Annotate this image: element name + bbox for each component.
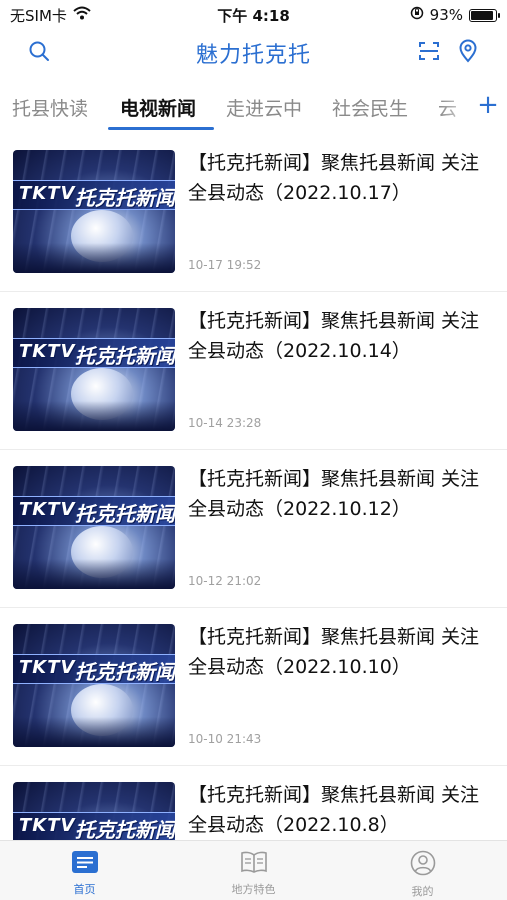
channel-tabs: 托县快读 电视新闻 走进云中 社会民生 云 + — [0, 86, 507, 132]
carrier-label: 无SIM卡 — [10, 6, 67, 25]
news-title: 【托克托新闻】聚焦托县新闻 关注全县动态（2022.10.14） — [188, 310, 480, 362]
location-button[interactable] — [453, 38, 483, 68]
thumbnail-caption: 托克托新闻 — [75, 186, 175, 210]
news-title: 【托克托新闻】聚焦托县新闻 关注全县动态（2022.10.17） — [188, 152, 480, 204]
home-grid-icon — [71, 850, 99, 878]
wifi-icon — [73, 6, 91, 24]
status-bar: 无SIM卡 下午 4:18 93% — [0, 0, 507, 30]
news-title: 【托克托新闻】聚焦托县新闻 关注全县动态（2022.10.12） — [188, 468, 480, 520]
scan-icon — [417, 39, 441, 67]
nav-home-label: 首页 — [73, 883, 96, 896]
news-item[interactable]: TKTV 托克托新闻 【托克托新闻】聚焦托县新闻 关注全县动态（2022.10.… — [0, 766, 507, 840]
thumbnail-badge: TKTV — [19, 499, 76, 520]
user-profile-icon — [409, 850, 437, 880]
tab-tv-news[interactable]: 电视新闻 — [120, 94, 196, 121]
orientation-lock-icon — [410, 6, 424, 24]
nav-local-features-label: 地方特色 — [231, 883, 276, 896]
active-tab-indicator — [108, 127, 214, 130]
nav-home[interactable]: 首页 — [0, 841, 169, 900]
thumbnail-caption: 托克托新闻 — [75, 344, 175, 368]
app-header: 魅力托克托 — [0, 30, 507, 76]
news-time: 10-12 21:02 — [188, 574, 262, 588]
news-thumbnail: TKTV 托克托新闻 — [13, 782, 175, 840]
thumbnail-badge: TKTV — [19, 657, 76, 678]
scan-button[interactable] — [414, 38, 444, 68]
bottom-nav: 首页 地方特色 我的 — [0, 840, 507, 900]
status-time: 下午 4:18 — [217, 6, 290, 25]
battery-percent: 93% — [429, 6, 463, 24]
news-item[interactable]: TKTV 托克托新闻 【托克托新闻】聚焦托县新闻 关注全县动态（2022.10.… — [0, 608, 507, 766]
news-time: 10-17 19:52 — [188, 258, 262, 272]
status-left: 无SIM卡 — [10, 5, 180, 26]
news-list: TKTV 托克托新闻 【托克托新闻】聚焦托县新闻 关注全县动态（2022.10.… — [0, 134, 507, 840]
thumbnail-caption: 托克托新闻 — [75, 818, 175, 840]
nav-mine[interactable]: 我的 — [338, 841, 507, 900]
news-thumbnail: TKTV 托克托新闻 — [13, 150, 175, 273]
news-thumbnail: TKTV 托克托新闻 — [13, 624, 175, 747]
news-title: 【托克托新闻】聚焦托县新闻 关注全县动态（2022.10.10） — [188, 626, 480, 678]
nav-mine-label: 我的 — [411, 885, 434, 898]
thumbnail-badge: TKTV — [19, 341, 76, 362]
nav-local-features[interactable]: 地方特色 — [169, 841, 338, 900]
add-channel-button[interactable]: + — [475, 88, 501, 122]
news-time: 10-10 21:43 — [188, 732, 262, 746]
battery-icon — [469, 8, 500, 22]
news-title: 【托克托新闻】聚焦托县新闻 关注全县动态（2022.10.8） — [188, 784, 480, 836]
battery-level — [471, 10, 494, 20]
thumbnail-caption: 托克托新闻 — [75, 502, 175, 526]
thumbnail-badge: TKTV — [19, 183, 76, 204]
tab-zoujin-yunzhong[interactable]: 走进云中 — [226, 94, 302, 121]
thumbnail-badge: TKTV — [19, 815, 76, 836]
open-book-icon — [240, 850, 268, 878]
news-item[interactable]: TKTV 托克托新闻 【托克托新闻】聚焦托县新闻 关注全县动态（2022.10.… — [0, 450, 507, 608]
news-item[interactable]: TKTV 托克托新闻 【托克托新闻】聚焦托县新闻 关注全县动态（2022.10.… — [0, 292, 507, 450]
tab-shehui-minsheng[interactable]: 社会民生 — [332, 94, 408, 121]
news-thumbnail: TKTV 托克托新闻 — [13, 466, 175, 589]
location-pin-icon — [457, 39, 479, 67]
thumbnail-caption: 托克托新闻 — [75, 660, 175, 684]
news-thumbnail: TKTV 托克托新闻 — [13, 308, 175, 431]
news-time: 10-14 23:28 — [188, 416, 262, 430]
news-item[interactable]: TKTV 托克托新闻 【托克托新闻】聚焦托县新闻 关注全县动态（2022.10.… — [0, 134, 507, 292]
tab-fade — [439, 86, 479, 132]
tab-tuoxian-kuaidu[interactable]: 托县快读 — [12, 94, 88, 121]
status-right: 93% — [327, 6, 500, 24]
